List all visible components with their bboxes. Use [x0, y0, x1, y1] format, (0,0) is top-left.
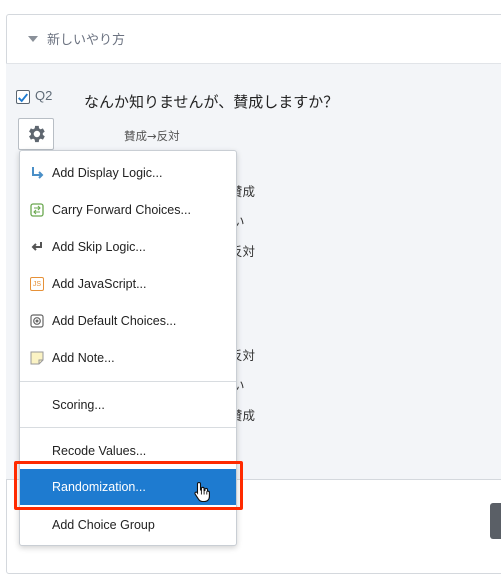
gear-icon: [29, 125, 45, 143]
question-text: なんか知りませんが、賛成しますか？: [84, 93, 339, 111]
default-choices-icon: [30, 314, 44, 328]
carry-forward-icon: [30, 203, 44, 217]
menu-item-label: Add Default Choices...: [52, 314, 177, 328]
question-settings-button[interactable]: [18, 118, 54, 150]
block-title: 新しいやり方: [47, 33, 126, 48]
menu-item-label: Add Choice Group: [52, 518, 155, 532]
skip-logic-icon: [30, 240, 44, 254]
menu-item-javascript[interactable]: JS Add JavaScript...: [20, 266, 236, 302]
menu-item-label: Scoring...: [52, 398, 105, 412]
question-id: Q2: [35, 88, 53, 103]
menu-item-label: Add Skip Logic...: [52, 240, 146, 254]
menu-item-display-logic[interactable]: Add Display Logic...: [20, 155, 236, 191]
question-checkbox[interactable]: [16, 90, 30, 104]
menu-item-label: Carry Forward Choices...: [52, 203, 191, 217]
javascript-badge: JS: [30, 277, 44, 291]
menu-item-skip-logic[interactable]: Add Skip Logic...: [20, 229, 236, 265]
block-header[interactable]: 新しいやり方: [6, 14, 501, 64]
menu-item-add-choice-group[interactable]: Add Choice Group: [20, 507, 236, 543]
menu-item-carry-forward[interactable]: Carry Forward Choices...: [20, 192, 236, 228]
side-toggle-button[interactable]: [490, 503, 501, 539]
menu-item-label: Add Note...: [52, 351, 115, 365]
display-logic-icon: [30, 166, 44, 180]
scale-header: 賛成→反対: [124, 129, 180, 143]
collapse-caret-icon[interactable]: [28, 35, 38, 42]
hand-cursor-icon: [194, 481, 210, 503]
menu-item-label: Recode Values...: [52, 444, 147, 458]
menu-item-label: Add JavaScript...: [52, 277, 147, 291]
menu-divider: [20, 427, 236, 428]
checkmark-icon: [18, 92, 29, 102]
menu-item-label: Add Display Logic...: [52, 166, 163, 180]
menu-item-default-choices[interactable]: Add Default Choices...: [20, 303, 236, 339]
menu-item-note[interactable]: Add Note...: [20, 340, 236, 376]
note-icon: [30, 351, 44, 365]
menu-divider: [20, 381, 236, 382]
menu-item-scoring[interactable]: Scoring...: [20, 387, 236, 423]
javascript-icon: JS: [30, 277, 44, 291]
